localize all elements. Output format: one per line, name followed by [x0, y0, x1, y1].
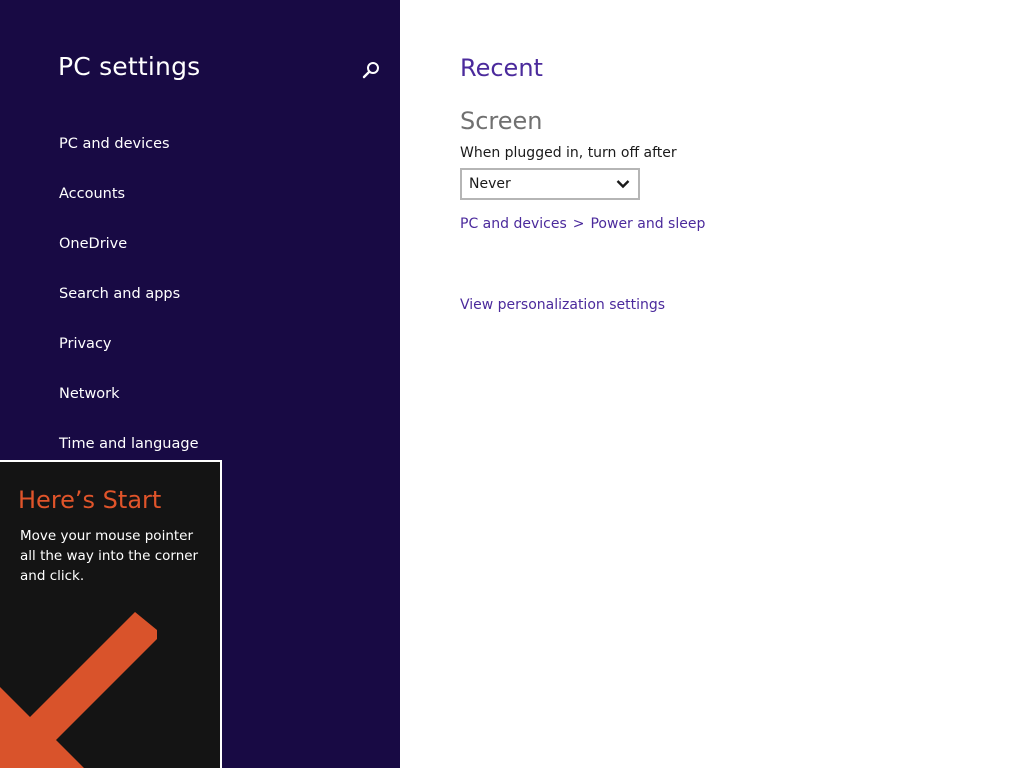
breadcrumb: PC and devices > Power and sleep	[460, 216, 705, 232]
screen-timeout-dropdown[interactable]: Never	[460, 168, 640, 200]
sidebar-item-pc-and-devices[interactable]: PC and devices	[59, 136, 170, 152]
dropdown-selected-value: Never	[469, 176, 511, 192]
sidebar-item-time-and-language[interactable]: Time and language	[59, 436, 199, 452]
search-button[interactable]	[360, 60, 382, 82]
sidebar-item-accounts[interactable]: Accounts	[59, 186, 125, 202]
sidebar-item-search-and-apps[interactable]: Search and apps	[59, 286, 180, 302]
sidebar-item-privacy[interactable]: Privacy	[59, 336, 112, 352]
pc-settings-screen: PC settings PC and devices Accounts OneD…	[0, 0, 1024, 768]
chevron-down-icon	[616, 180, 630, 189]
setting-label: When plugged in, turn off after	[460, 145, 677, 161]
sidebar: PC settings PC and devices Accounts OneD…	[0, 0, 400, 768]
breadcrumb-link-pc-and-devices[interactable]: PC and devices	[460, 216, 567, 232]
start-tip-title: Here’s Start	[18, 486, 162, 514]
group-title: Screen	[460, 107, 543, 135]
sidebar-item-onedrive[interactable]: OneDrive	[59, 236, 127, 252]
main-content: Recent Screen When plugged in, turn off …	[400, 0, 1024, 768]
start-tip-overlay[interactable]: Here’s Start Move your mouse pointer all…	[0, 460, 222, 768]
app-title: PC settings	[58, 52, 201, 81]
sidebar-item-network[interactable]: Network	[59, 386, 120, 402]
search-icon	[362, 62, 379, 79]
view-personalization-settings-link[interactable]: View personalization settings	[460, 297, 665, 313]
breadcrumb-separator: >	[572, 216, 585, 232]
breadcrumb-link-power-and-sleep[interactable]: Power and sleep	[590, 216, 705, 232]
section-heading: Recent	[460, 54, 543, 82]
start-tip-body: Move your mouse pointer all the way into…	[20, 528, 199, 584]
